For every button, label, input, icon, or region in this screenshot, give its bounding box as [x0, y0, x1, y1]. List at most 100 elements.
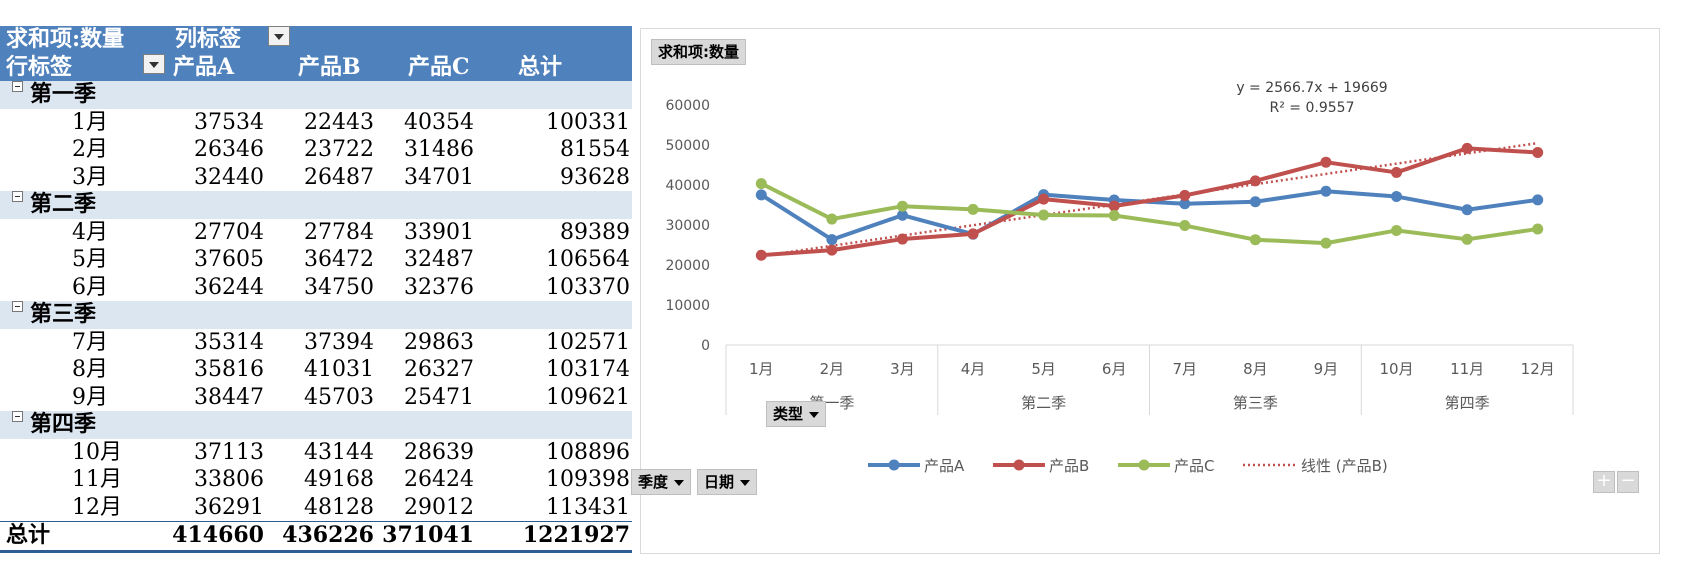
data-point: [755, 189, 767, 201]
data-point: [826, 234, 838, 246]
collapse-icon[interactable]: [12, 301, 23, 312]
quarter-field-button[interactable]: 季度: [631, 469, 692, 495]
pivot-chart[interactable]: 0 10000 20000 30000 40000 50000 60000 第一季 第二季 第三季…: [631, 28, 1660, 554]
data-point: [1391, 224, 1403, 236]
table-row: 6月 36244 34750 32376 103370: [0, 274, 632, 302]
column-header-product-a: 产品A: [173, 53, 235, 80]
group-row: 第一季: [0, 81, 632, 109]
table-row: 10月 37113 43144 28639 108896: [0, 439, 632, 467]
table-row: 9月 38447 45703 25471 109621: [0, 384, 632, 412]
value-field-button[interactable]: 求和项:数量: [651, 39, 746, 65]
column-header-total: 总计: [518, 53, 563, 80]
column-header-product-c: 产品C: [408, 53, 470, 80]
cell-total: 93628: [560, 164, 630, 190]
chart-plot-svg: 0100002000030000400005000060000第一季 第二季 第三季…: [665, 80, 1574, 475]
cell-total: 89389: [560, 219, 630, 245]
date-field-button[interactable]: 日期: [697, 469, 758, 495]
collapse-field-button[interactable]: −: [1617, 471, 1639, 493]
data-point: [1391, 191, 1403, 203]
data-point: [896, 200, 908, 212]
collapse-icon[interactable]: [12, 81, 23, 92]
cell-total: 102571: [546, 329, 630, 355]
cell-product-b: 26487: [304, 164, 374, 190]
cell-product-b: 22443: [304, 109, 374, 135]
data-point: [826, 244, 838, 256]
y-tick-label: 30000: [665, 218, 710, 234]
legend-swatch-marker: [1013, 459, 1025, 471]
x-tick-label: 10月: [1379, 360, 1413, 378]
row-filter-dropdown-icon[interactable]: [143, 53, 165, 74]
data-point: [755, 249, 767, 261]
cell-product-b: 48128: [304, 494, 374, 520]
expand-field-button[interactable]: +: [1593, 471, 1615, 493]
cell-product-a: 37113: [194, 439, 264, 465]
group-row: 第四季: [0, 411, 632, 439]
table-row: 4月 27704 27784 33901 89389: [0, 219, 632, 247]
legend-swatch-marker: [1138, 459, 1150, 471]
cell-product-a: 27704: [194, 219, 264, 245]
month-label: 9月: [72, 384, 108, 410]
column-filter-dropdown-icon[interactable]: [268, 26, 290, 46]
grand-total-b: 436226: [282, 522, 374, 548]
x-group-label: 第二季: [1021, 394, 1066, 412]
data-point: [1179, 220, 1191, 232]
cell-total: 108896: [546, 439, 630, 465]
cell-total: 103174: [546, 357, 630, 382]
x-group-label: 第四季: [1445, 394, 1490, 412]
data-point: [1038, 193, 1050, 205]
data-point: [1108, 200, 1120, 212]
table-row: 7月 35314 37394 29863 102571: [0, 329, 632, 357]
month-label: 7月: [72, 329, 108, 355]
y-tick-label: 40000: [665, 178, 710, 194]
grand-total-all: 1221927: [522, 522, 630, 548]
y-tick-label: 20000: [665, 258, 710, 274]
cell-product-c: 40354: [404, 109, 474, 135]
cell-product-b: 23722: [304, 137, 374, 162]
pivot-table: 求和项:数量 列标签 行标签 产品A 产品B 产品C 总计 第一季 1月 37534…: [0, 26, 632, 553]
group-row: 第二季: [0, 191, 632, 219]
row-labels-header: 行标签: [6, 53, 73, 80]
cell-product-b: 27784: [304, 219, 374, 245]
x-tick-label: 3月: [890, 360, 915, 378]
legend-label: 产品C: [1174, 457, 1214, 475]
cell-total: 81554: [560, 137, 630, 162]
cell-product-a: 35816: [194, 357, 264, 382]
collapse-icon[interactable]: [12, 411, 23, 422]
x-tick-label: 4月: [961, 360, 986, 378]
data-point: [826, 213, 838, 225]
cell-product-a: 37605: [194, 247, 264, 272]
cell-product-c: 29863: [404, 329, 474, 355]
table-row: 3月 32440 26487 34701 93628: [0, 164, 632, 192]
cell-product-a: 36291: [194, 494, 264, 520]
pivot-body: 第一季 1月 37534 22443 40354 100331 2月 26346 23722 31…: [0, 81, 632, 521]
month-label: 2月: [72, 137, 108, 162]
cell-product-c: 32487: [404, 247, 474, 272]
y-tick-label: 0: [701, 338, 710, 354]
data-point: [967, 203, 979, 215]
cell-product-c: 25471: [404, 384, 474, 410]
cell-product-a: 36244: [194, 274, 264, 300]
legend-label: 线性 (产品B): [1301, 457, 1388, 475]
group-label: 第一季: [30, 81, 97, 107]
cell-product-c: 29012: [404, 494, 474, 520]
data-point: [1179, 189, 1191, 201]
x-tick-label: 12月: [1521, 360, 1555, 378]
group-label: 第四季: [30, 411, 97, 437]
x-tick-label: 11月: [1450, 360, 1484, 378]
cell-product-c: 26424: [404, 467, 474, 492]
collapse-icon[interactable]: [12, 191, 23, 202]
pivot-header-row-1: 求和项:数量 列标签: [0, 26, 632, 54]
data-point: [1532, 223, 1544, 235]
legend-field-button[interactable]: 类型: [766, 401, 827, 427]
date-field-button-label: 日期: [704, 473, 735, 491]
chevron-down-icon: [740, 479, 751, 486]
cell-product-b: 45703: [304, 384, 374, 410]
x-tick-label: 8月: [1243, 360, 1268, 378]
quarter-field-button-label: 季度: [638, 473, 669, 491]
cell-total: 109398: [546, 467, 630, 492]
data-point: [1461, 233, 1473, 245]
month-label: 10月: [72, 439, 122, 465]
month-label: 4月: [72, 219, 108, 245]
month-label: 3月: [72, 164, 108, 190]
cell-product-a: 35314: [194, 329, 264, 355]
